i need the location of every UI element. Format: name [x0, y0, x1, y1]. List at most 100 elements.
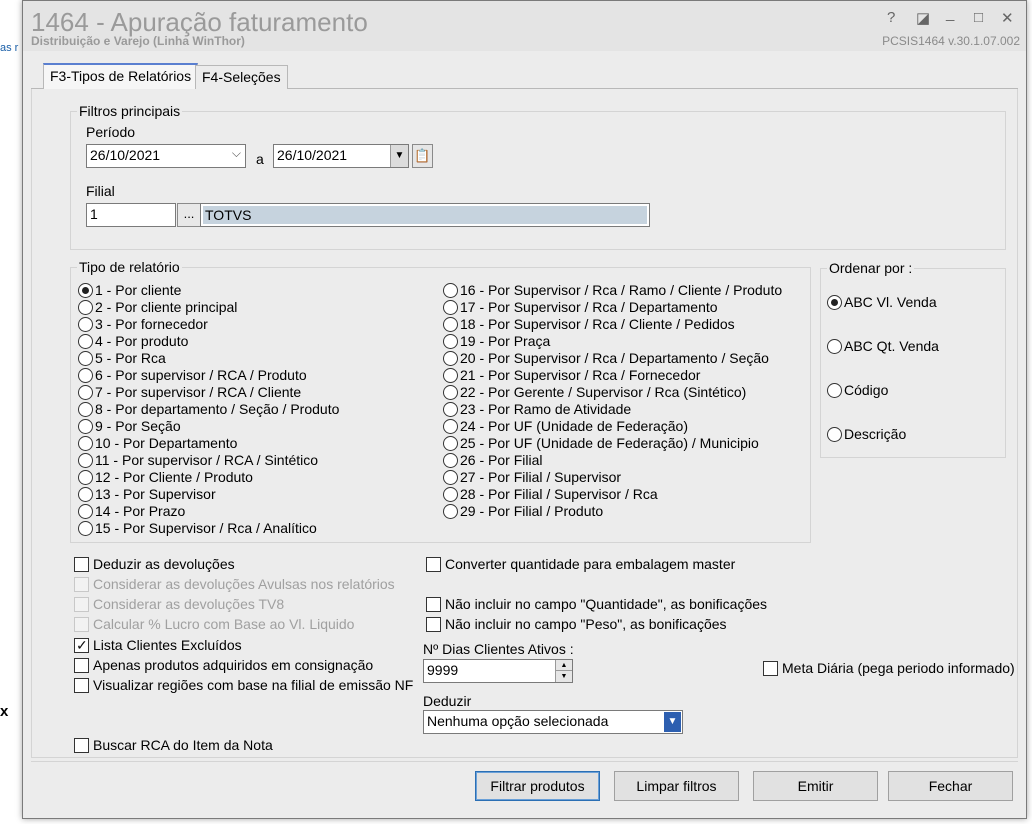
radio-circle[interactable] — [78, 504, 93, 519]
tipo-relatorio-option[interactable]: 23 - Por Ramo de Atividade — [443, 401, 631, 418]
tipo-relatorio-option[interactable]: 28 - Por Filial / Supervisor / Rca — [443, 486, 658, 503]
date-to-field[interactable]: 26/10/2021 ▼ — [273, 144, 409, 168]
option-checkbox[interactable]: Lista Clientes Excluídos — [74, 636, 242, 654]
radio-circle[interactable] — [78, 368, 93, 383]
tipo-relatorio-option[interactable]: 19 - Por Praça — [443, 333, 550, 350]
radio-circle[interactable] — [443, 368, 458, 383]
dropdown-arrow-icon[interactable]: ▼ — [390, 145, 408, 167]
radio-circle[interactable] — [78, 283, 93, 298]
restore-size-button[interactable]: ◪ — [916, 9, 930, 27]
radio-circle[interactable] — [443, 334, 458, 349]
checkbox-box[interactable] — [426, 597, 441, 612]
checkbox-box[interactable] — [74, 678, 89, 693]
meta-diaria-checkbox[interactable]: Meta Diária (pega periodo informado) — [763, 659, 1015, 677]
radio-circle[interactable] — [443, 419, 458, 434]
maximize-button[interactable]: □ — [974, 9, 983, 26]
radio-circle[interactable] — [78, 351, 93, 366]
radio-circle[interactable] — [443, 453, 458, 468]
title-bar[interactable]: 1464 - Apuração faturamento Distribuição… — [23, 1, 1026, 51]
tipo-relatorio-option[interactable]: 3 - Por fornecedor — [78, 316, 208, 333]
chevron-down-icon[interactable]: ▼ — [664, 712, 681, 732]
checkbox-box[interactable] — [426, 557, 441, 572]
radio-circle[interactable] — [78, 521, 93, 536]
radio-circle[interactable] — [443, 351, 458, 366]
dias-clientes-field[interactable]: 9999 ▲ ▼ — [423, 659, 573, 683]
nao-incluir-peso-checkbox[interactable]: Não incluir no campo "Peso", as bonifica… — [426, 615, 727, 633]
date-from-field[interactable]: 26/10/2021 ⌵ — [86, 144, 246, 168]
limpar-filtros-button[interactable]: Limpar filtros — [614, 771, 739, 801]
converter-embalagem-checkbox[interactable]: Converter quantidade para embalagem mast… — [426, 555, 735, 573]
radio-circle[interactable] — [78, 300, 93, 315]
tipo-relatorio-option[interactable]: 24 - Por UF (Unidade de Federação) — [443, 418, 688, 435]
option-checkbox[interactable]: Deduzir as devoluções — [74, 555, 235, 573]
radio-circle[interactable] — [443, 385, 458, 400]
ordenar-option[interactable]: ABC Vl. Venda — [827, 294, 937, 311]
tipo-relatorio-option[interactable]: 9 - Por Seção — [78, 418, 181, 435]
filial-search-button[interactable]: ... — [177, 203, 201, 227]
tipo-relatorio-option[interactable]: 17 - Por Supervisor / Rca / Departamento — [443, 299, 718, 316]
radio-circle[interactable] — [78, 334, 93, 349]
tipo-relatorio-option[interactable]: 8 - Por departamento / Seção / Produto — [78, 401, 339, 418]
tipo-relatorio-option[interactable]: 12 - Por Cliente / Produto — [78, 469, 253, 486]
tipo-relatorio-option[interactable]: 6 - Por supervisor / RCA / Produto — [78, 367, 307, 384]
radio-circle[interactable] — [78, 436, 93, 451]
option-checkbox[interactable]: Apenas produtos adquiridos em consignaçã… — [74, 656, 373, 674]
fechar-button[interactable]: Fechar — [888, 771, 1013, 801]
tipo-relatorio-option[interactable]: 1 - Por cliente — [78, 282, 181, 299]
radio-circle[interactable] — [78, 317, 93, 332]
radio-circle[interactable] — [443, 283, 458, 298]
tipo-relatorio-option[interactable]: 27 - Por Filial / Supervisor — [443, 469, 621, 486]
radio-circle[interactable] — [78, 487, 93, 502]
ordenar-option[interactable]: Código — [827, 382, 888, 399]
checkbox-box[interactable] — [763, 661, 778, 676]
minimize-button[interactable]: _ — [946, 5, 954, 22]
chevron-down-icon[interactable]: ⌵ — [232, 146, 241, 161]
tipo-relatorio-option[interactable]: 18 - Por Supervisor / Rca / Cliente / Pe… — [443, 316, 735, 333]
radio-circle[interactable] — [78, 385, 93, 400]
ordenar-option[interactable]: Descrição — [827, 426, 906, 443]
checkbox-box[interactable] — [74, 658, 89, 673]
radio-circle[interactable] — [827, 339, 842, 354]
checkbox-box[interactable] — [426, 617, 441, 632]
tipo-relatorio-option[interactable]: 25 - Por UF (Unidade de Federação) / Mun… — [443, 435, 759, 452]
calendar-icon[interactable]: 📋 — [412, 144, 433, 168]
nao-incluir-quantidade-checkbox[interactable]: Não incluir no campo "Quantidade", as bo… — [426, 595, 767, 613]
tipo-relatorio-option[interactable]: 20 - Por Supervisor / Rca / Departamento… — [443, 350, 769, 367]
checkbox-box[interactable] — [74, 636, 89, 654]
tipo-relatorio-option[interactable]: 5 - Por Rca — [78, 350, 166, 367]
radio-circle[interactable] — [827, 427, 842, 442]
tipo-relatorio-option[interactable]: 13 - Por Supervisor — [78, 486, 216, 503]
tipo-relatorio-option[interactable]: 2 - Por cliente principal — [78, 299, 237, 316]
spin-up-icon[interactable]: ▲ — [555, 660, 572, 671]
radio-circle[interactable] — [443, 470, 458, 485]
radio-circle[interactable] — [78, 419, 93, 434]
radio-circle[interactable] — [443, 317, 458, 332]
deduzir-select[interactable]: Nenhuma opção selecionada ▼ — [423, 710, 683, 734]
tab-tipos-relatorios[interactable]: F3-Tipos de Relatórios — [43, 63, 199, 89]
radio-circle[interactable] — [443, 487, 458, 502]
tipo-relatorio-option[interactable]: 15 - Por Supervisor / Rca / Analítico — [78, 520, 317, 537]
radio-circle[interactable] — [443, 402, 458, 417]
tipo-relatorio-option[interactable]: 22 - Por Gerente / Supervisor / Rca (Sin… — [443, 384, 746, 401]
spin-down-icon[interactable]: ▼ — [555, 671, 572, 682]
close-button[interactable]: ✕ — [1001, 9, 1014, 27]
tipo-relatorio-option[interactable]: 7 - Por supervisor / RCA / Cliente — [78, 384, 301, 401]
tipo-relatorio-option[interactable]: 29 - Por Filial / Produto — [443, 503, 603, 520]
tipo-relatorio-option[interactable]: 10 - Por Departamento — [78, 435, 237, 452]
ordenar-option[interactable]: ABC Qt. Venda — [827, 338, 939, 355]
tipo-relatorio-option[interactable]: 26 - Por Filial — [443, 452, 542, 469]
filtrar-produtos-button[interactable]: Filtrar produtos — [475, 771, 600, 801]
tipo-relatorio-option[interactable]: 14 - Por Prazo — [78, 503, 185, 520]
emitir-button[interactable]: Emitir — [753, 771, 878, 801]
radio-circle[interactable] — [827, 383, 842, 398]
tipo-relatorio-option[interactable]: 16 - Por Supervisor / Rca / Ramo / Clien… — [443, 282, 782, 299]
tipo-relatorio-option[interactable]: 21 - Por Supervisor / Rca / Fornecedor — [443, 367, 700, 384]
radio-circle[interactable] — [443, 436, 458, 451]
help-button[interactable]: ? — [887, 9, 895, 26]
checkbox-box[interactable] — [74, 738, 89, 753]
filial-code-field[interactable]: 1 — [86, 203, 176, 227]
option-checkbox[interactable]: Visualizar regiões com base na filial de… — [74, 676, 413, 694]
checkbox-box[interactable] — [74, 557, 89, 572]
radio-circle[interactable] — [827, 295, 842, 310]
radio-circle[interactable] — [443, 504, 458, 519]
